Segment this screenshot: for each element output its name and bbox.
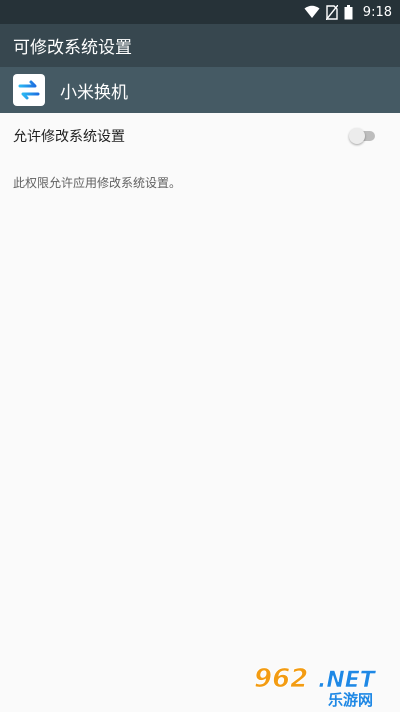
app-header: 小米换机 xyxy=(0,67,400,113)
wifi-icon xyxy=(304,5,320,18)
swap-arrows-icon xyxy=(18,80,40,100)
app-bar: 可修改系统设置 xyxy=(0,24,400,67)
allow-modify-settings-row[interactable]: 允许修改系统设置 xyxy=(0,113,400,159)
svg-text:乐游网: 乐游网 xyxy=(328,691,373,708)
no-sim-icon xyxy=(325,4,338,20)
svg-text:962: 962 xyxy=(254,664,308,694)
status-icons: 9:18 xyxy=(304,0,392,24)
setting-label: 允许修改系统设置 xyxy=(13,129,125,145)
page-title: 可修改系统设置 xyxy=(13,38,132,58)
allow-modify-toggle[interactable] xyxy=(349,128,377,144)
svg-text:.NET: .NET xyxy=(318,668,377,693)
status-time: 9:18 xyxy=(362,4,392,20)
app-icon xyxy=(13,74,45,106)
watermark-logo: 962 .NET 乐游网 xyxy=(254,664,377,708)
toggle-thumb xyxy=(349,128,365,144)
battery-icon xyxy=(344,4,353,19)
setting-description: 此权限允许应用修改系统设置。 xyxy=(13,176,182,190)
app-name: 小米换机 xyxy=(60,82,128,103)
status-bar: 9:18 xyxy=(0,0,400,24)
screen: 9:18 可修改系统设置 小米换机 允许修改系统设置 此权限允许应用修改系统设置… xyxy=(0,0,400,712)
